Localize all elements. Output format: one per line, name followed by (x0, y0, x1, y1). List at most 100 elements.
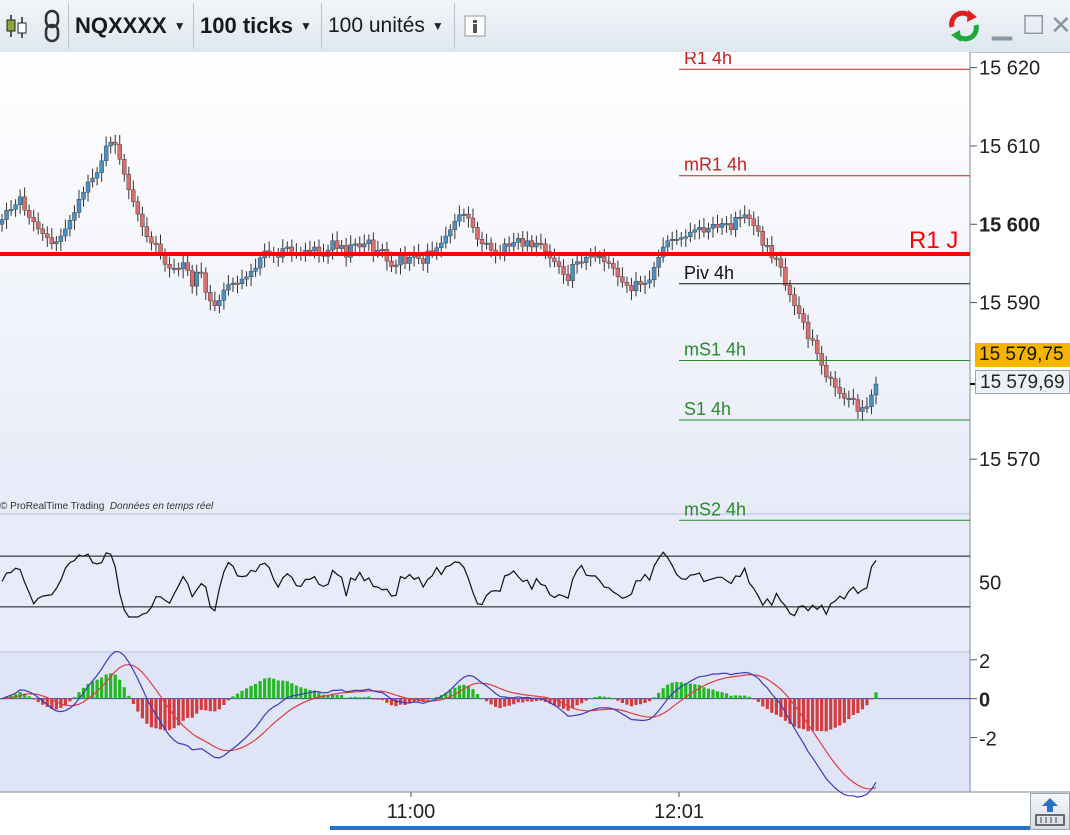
macd-axis-label: 0 (979, 690, 990, 712)
macd-histogram-bar (367, 696, 371, 699)
candle-body (393, 264, 399, 267)
candle-body (67, 220, 73, 230)
candle-body (40, 228, 45, 234)
level-label: mR1 4h (684, 155, 747, 175)
macd-histogram-bar (299, 687, 303, 699)
candle-body (701, 227, 707, 233)
candle-body (737, 217, 743, 219)
candle-body (108, 141, 113, 147)
candle-body (199, 271, 204, 274)
close-icon[interactable]: ✕ (1050, 10, 1070, 41)
macd-histogram-bar (638, 698, 643, 705)
candle-body (253, 267, 258, 272)
time-axis-label: 12:01 (654, 801, 704, 823)
candle-body (656, 256, 661, 268)
daily-r1-label: R1 J (909, 227, 958, 254)
candle-body (837, 386, 842, 394)
macd-histogram-bar (634, 698, 638, 705)
candle-body (380, 249, 385, 252)
info-icon[interactable] (460, 8, 490, 44)
chart-area[interactable]: 15 620 15 610 15 600 15 590 15 570 R1 4h mR1 4… (0, 48, 1070, 830)
candle-body (819, 353, 824, 366)
macd-histogram-bar (213, 698, 217, 712)
macd-histogram-bar (489, 698, 493, 705)
candle-body (538, 242, 544, 245)
candle-body (398, 255, 403, 266)
candle-body (285, 246, 290, 249)
macd-histogram-bar (607, 697, 611, 699)
candle-body (520, 238, 525, 247)
macd-histogram-bar (824, 698, 828, 732)
macd-histogram-bar (557, 698, 561, 707)
macd-histogram-bar (231, 696, 235, 699)
candle-body (366, 239, 372, 245)
candle-body (226, 284, 231, 291)
macd-histogram-bar (611, 698, 615, 700)
units-label: 100 unités (328, 14, 425, 37)
link-icon[interactable] (38, 8, 66, 44)
candle-body (583, 256, 589, 263)
data-credit: © ProRealTime Trading Données en temps r… (0, 501, 213, 512)
macd-axis-label: 2 (979, 651, 990, 673)
macd-histogram-bar (63, 698, 67, 706)
macd-histogram-bar (308, 689, 312, 699)
scroll-icon[interactable] (1030, 793, 1070, 830)
candle-body (289, 246, 295, 253)
macd-histogram-bar (869, 698, 874, 700)
candle-body (670, 238, 675, 241)
candle-body (131, 189, 136, 202)
candle-body (534, 242, 539, 248)
macd-histogram-bar (27, 696, 31, 699)
candle-body (94, 172, 100, 179)
candle-body (488, 242, 494, 251)
macd-histogram-bar (484, 698, 489, 702)
minimize-icon[interactable]: ▁ (992, 10, 1012, 41)
macd-histogram-bar (874, 692, 878, 699)
candle-body (407, 256, 412, 264)
macd-histogram-bar (258, 681, 262, 699)
candle-body (4, 209, 9, 220)
interval-selector[interactable]: 100 ticks ▼ (195, 3, 322, 49)
candle-body (171, 267, 177, 270)
macd-histogram-bar (362, 697, 366, 699)
candle-body (506, 243, 512, 247)
candle-body (620, 276, 625, 283)
maximize-icon[interactable]: ☐ (1022, 10, 1045, 41)
price-axis-label: 15 620 (979, 58, 1040, 80)
macd-histogram-bar (521, 698, 525, 703)
price-pane-bg (0, 52, 970, 514)
macd-histogram-bar (503, 698, 507, 707)
units-selector[interactable]: 100 unités ▼ (323, 3, 455, 49)
candle-body (846, 397, 852, 400)
candle-body (212, 300, 218, 306)
macd-histogram-bar (480, 698, 484, 700)
macd-histogram-bar (801, 698, 806, 730)
candle-body (180, 262, 186, 270)
candle-body (103, 145, 109, 162)
macd-histogram-bar (244, 688, 249, 699)
candle-body (117, 144, 122, 160)
price-axis-label: 15 610 (979, 136, 1040, 158)
macd-histogram-bar (72, 697, 77, 699)
candlestick-icon[interactable] (0, 8, 34, 44)
refresh-icon[interactable] (944, 8, 984, 44)
macd-histogram-bar (276, 680, 280, 699)
candle-body (629, 285, 634, 292)
candle-body (230, 282, 236, 285)
candle-body (217, 300, 222, 306)
price-chart-svg[interactable]: 15 620 15 610 15 600 15 590 15 570 R1 4h mR1 4… (0, 48, 1070, 830)
candle-body (796, 305, 802, 314)
macd-histogram-bar (593, 697, 597, 699)
macd-histogram-bar (344, 697, 348, 699)
candle-body (683, 236, 689, 239)
candle-body (72, 212, 77, 221)
macd-histogram-bar (715, 691, 720, 699)
candle-body (353, 243, 358, 246)
price-axis-label: 15 600 (979, 214, 1040, 236)
candle-body (552, 257, 557, 263)
candle-body (58, 235, 64, 242)
macd-histogram-bar (394, 698, 398, 707)
candle-body (651, 267, 657, 281)
macd-histogram-bar (820, 698, 824, 732)
symbol-selector[interactable]: NQXXXX ▼ (68, 3, 194, 49)
